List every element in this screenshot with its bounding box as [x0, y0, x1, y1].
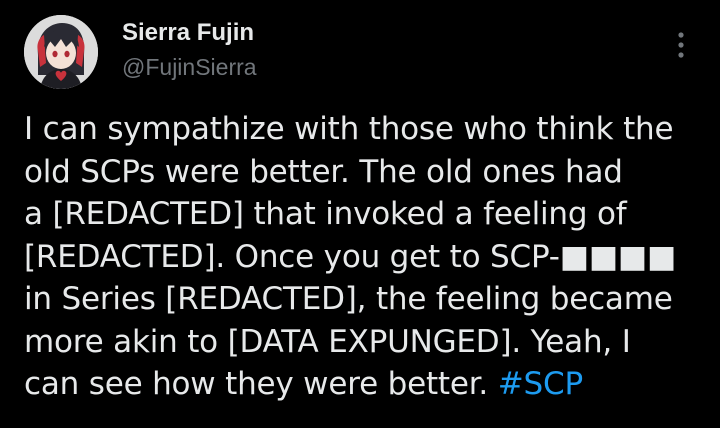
tweet-line: old SCPs were better. The old ones had [24, 153, 623, 190]
tweet-line: a [REDACTED] that invoked a feeling of [24, 196, 627, 232]
tweet-line: more akin to [DATA EXPUNGED]. Yeah, I [24, 323, 631, 360]
tweet-line: I can sympathize with those who think th… [24, 111, 674, 147]
author-handle[interactable]: @FujinSierra [122, 52, 257, 82]
author-display-name[interactable]: Sierra Fujin [122, 18, 254, 48]
author-avatar[interactable] [24, 15, 98, 89]
more-options-button[interactable] [666, 30, 696, 60]
hashtag-link[interactable]: #SCP [498, 366, 583, 402]
vertical-ellipsis-icon [678, 32, 684, 58]
anime-avatar-icon [24, 15, 98, 89]
tweet-last-line-text: can see how they were better. [24, 366, 498, 402]
tweet-last-line: can see how they were better. #SCP [24, 363, 708, 406]
tweet-line: [REDACTED]. Once you get to SCP-■■■■ [24, 238, 677, 275]
tweet-line: in Series [REDACTED], the feeling became [24, 281, 673, 317]
tweet-text: I can sympathize with those who think th… [24, 108, 708, 406]
